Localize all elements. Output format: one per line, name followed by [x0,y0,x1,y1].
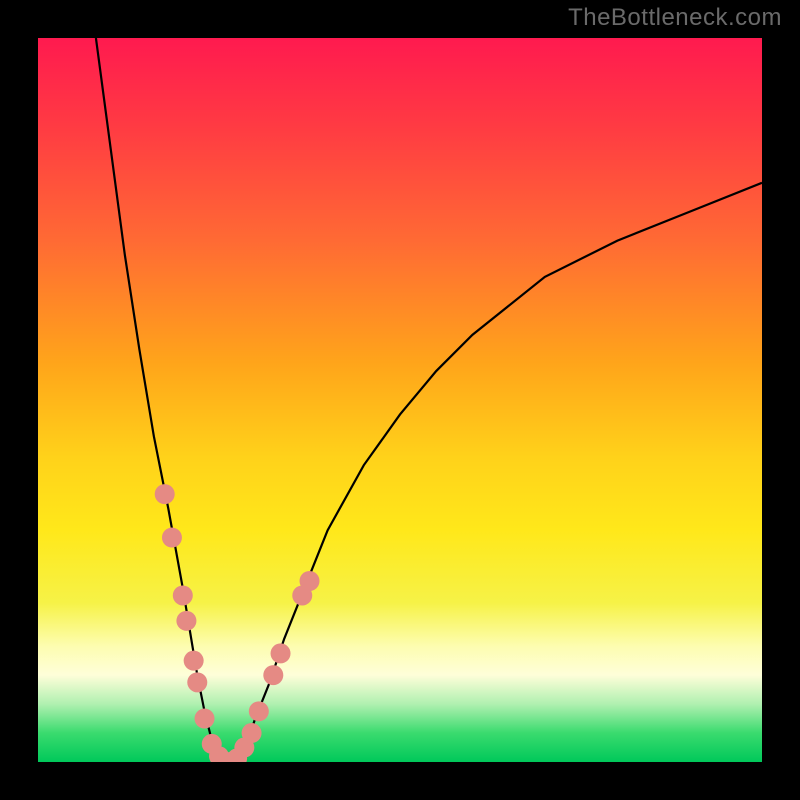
marker-dot [155,484,175,504]
marker-dot [249,701,269,721]
marker-dot [195,709,215,729]
marker-dot [187,672,207,692]
chart-container: TheBottleneck.com [0,0,800,800]
marker-dot [242,723,262,743]
marker-dot [173,585,193,605]
plot-area [38,38,762,762]
marker-dot [263,665,283,685]
marker-dot [184,651,204,671]
marker-dot [300,571,320,591]
marker-dot [162,528,182,548]
marker-dot [271,643,291,663]
marker-dot [176,611,196,631]
marker-group [155,484,320,762]
watermark-text: TheBottleneck.com [568,4,782,32]
curve-svg [38,38,762,762]
